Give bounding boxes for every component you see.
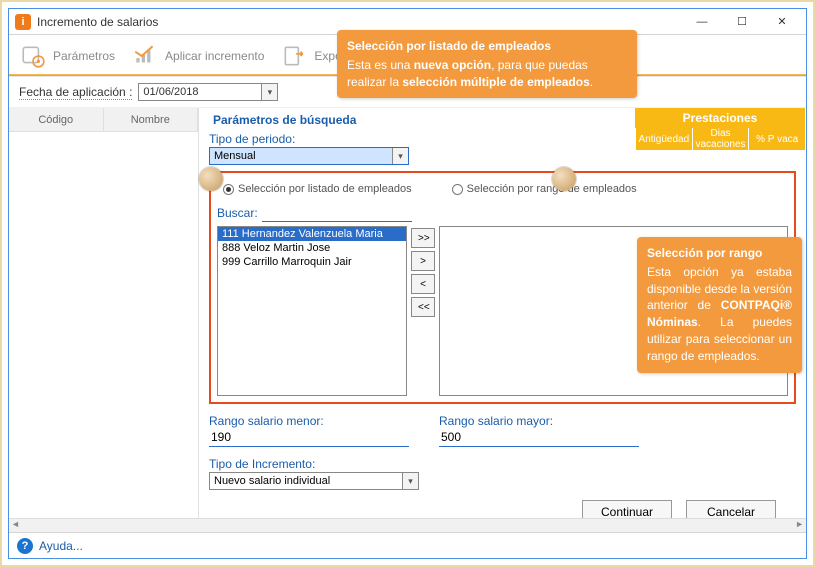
move-all-right-button[interactable]: >> bbox=[411, 228, 435, 248]
radio-dot-icon bbox=[452, 184, 463, 195]
callout-selection-by-range: Selección por rango Esta opción ya estab… bbox=[637, 237, 802, 373]
dropdown-arrow-icon: ▾ bbox=[402, 473, 418, 489]
help-label: Ayuda... bbox=[39, 539, 83, 553]
dropdown-arrow-icon: ▾ bbox=[261, 84, 277, 100]
tipo-incremento-select[interactable]: Nuevo salario individual ▾ bbox=[209, 472, 419, 490]
rango-mayor-input[interactable] bbox=[439, 428, 639, 447]
column-header-dias-vacaciones[interactable]: Dias vacaciones bbox=[692, 128, 749, 150]
employee-source-listbox[interactable]: 111 Hernandez Valenzuela Maria 888 Veloz… bbox=[217, 226, 407, 396]
callout-text: Esta es una nueva opción, para que pueda… bbox=[347, 58, 593, 89]
app-icon: i bbox=[15, 14, 31, 30]
callout-selection-by-list: Selección por listado de empleados Esta … bbox=[337, 30, 637, 98]
toolbar-parametros-label: Parámetros bbox=[53, 49, 115, 63]
annotation-marker bbox=[552, 167, 576, 191]
prestaciones-header: Prestaciones Antigüedad Dias vacaciones … bbox=[635, 108, 805, 150]
employee-grid-columns: Código Nombre bbox=[9, 108, 199, 518]
tipo-periodo-value: Mensual bbox=[210, 150, 392, 162]
gear-calendar-icon bbox=[19, 42, 47, 70]
radio-selection-by-range[interactable]: Selección por rango de empleados bbox=[452, 183, 637, 195]
tipo-periodo-select[interactable]: Mensual ▾ bbox=[209, 147, 409, 165]
window-title: Incremento de salarios bbox=[37, 15, 158, 29]
export-icon bbox=[280, 42, 308, 70]
toolbar-parametros[interactable]: Parámetros bbox=[19, 42, 115, 70]
rango-mayor-label: Rango salario mayor: bbox=[439, 414, 639, 428]
toolbar-aplicar-label: Aplicar incremento bbox=[165, 49, 264, 63]
chart-up-icon bbox=[131, 42, 159, 70]
radio-range-label: Selección por rango de empleados bbox=[467, 183, 637, 195]
close-button[interactable]: ✕ bbox=[762, 11, 802, 33]
help-icon: ? bbox=[17, 538, 33, 554]
tipo-incremento-label: Tipo de Incremento: bbox=[209, 457, 796, 471]
column-header-antiguedad[interactable]: Antigüedad bbox=[635, 128, 692, 150]
minimize-button[interactable]: — bbox=[682, 11, 722, 33]
application-date-label: Fecha de aplicación : bbox=[19, 85, 132, 100]
radio-dot-icon bbox=[223, 184, 234, 195]
column-header-nombre[interactable]: Nombre bbox=[104, 108, 199, 131]
toolbar-aplicar-incremento[interactable]: Aplicar incremento bbox=[131, 42, 264, 70]
list-item[interactable]: 888 Veloz Martin Jose bbox=[218, 241, 406, 255]
help-bar[interactable]: ? Ayuda... bbox=[9, 532, 806, 558]
prestaciones-title: Prestaciones bbox=[635, 108, 805, 128]
list-item[interactable]: 111 Hernandez Valenzuela Maria bbox=[218, 227, 406, 241]
radio-list-label: Selección por listado de empleados bbox=[238, 183, 412, 195]
list-item[interactable]: 999 Carrillo Marroquin Jair bbox=[218, 255, 406, 269]
column-header-codigo[interactable]: Código bbox=[9, 108, 104, 131]
horizontal-scrollbar[interactable] bbox=[9, 518, 806, 532]
maximize-button[interactable]: ☐ bbox=[722, 11, 762, 33]
buscar-input[interactable] bbox=[262, 203, 412, 222]
move-left-button[interactable]: < bbox=[411, 274, 435, 294]
tipo-incremento-value: Nuevo salario individual bbox=[210, 475, 402, 487]
params-group-title: Parámetros de búsqueda bbox=[209, 113, 360, 127]
continuar-button[interactable]: Continuar bbox=[582, 500, 672, 518]
application-date-picker[interactable]: 01/06/2018 ▾ bbox=[138, 83, 278, 101]
move-all-left-button[interactable]: << bbox=[411, 297, 435, 317]
callout-title: Selección por listado de empleados bbox=[347, 38, 627, 55]
move-right-button[interactable]: > bbox=[411, 251, 435, 271]
application-date-value: 01/06/2018 bbox=[139, 86, 261, 98]
dropdown-arrow-icon: ▾ bbox=[392, 148, 408, 164]
buscar-label: Buscar: bbox=[217, 206, 258, 220]
radio-selection-by-list[interactable]: Selección por listado de empleados bbox=[223, 183, 412, 195]
rango-menor-input[interactable] bbox=[209, 428, 409, 447]
column-header-pct-vaca[interactable]: % P vaca bbox=[748, 128, 805, 150]
rango-menor-label: Rango salario menor: bbox=[209, 414, 409, 428]
callout-text: Esta opción ya estaba disponible desde l… bbox=[647, 265, 792, 363]
annotation-marker bbox=[199, 167, 223, 191]
callout-title: Selección por rango bbox=[647, 245, 792, 262]
cancelar-button[interactable]: Cancelar bbox=[686, 500, 776, 518]
